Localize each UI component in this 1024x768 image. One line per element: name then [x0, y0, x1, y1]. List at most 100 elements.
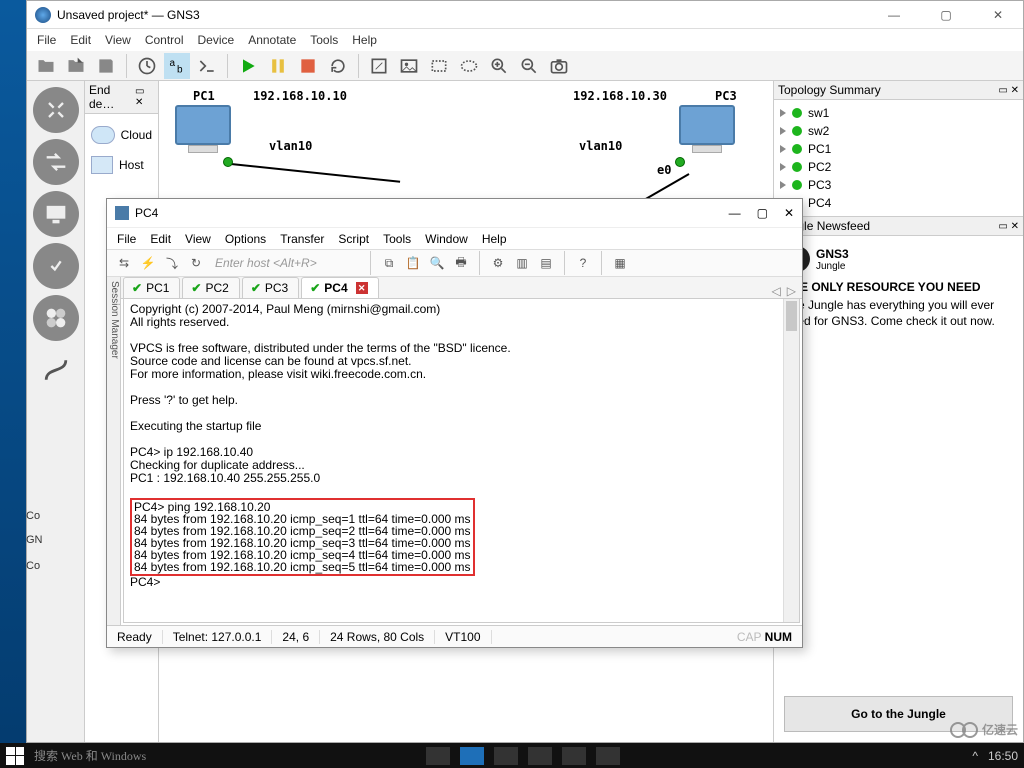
pc4-menu-edit[interactable]: Edit: [150, 232, 171, 246]
end-devices-category-icon[interactable]: [33, 191, 79, 237]
quick-connect-icon[interactable]: ⚡: [139, 254, 157, 272]
menu-help[interactable]: Help: [352, 33, 377, 47]
pc4-menu-options[interactable]: Options: [225, 232, 266, 246]
insert-image-icon[interactable]: [396, 53, 422, 79]
pc4-maximize-button[interactable]: ▢: [757, 206, 768, 220]
paste-icon[interactable]: 📋: [404, 254, 422, 272]
edge-icon[interactable]: [460, 747, 484, 765]
session-options-icon[interactable]: ▥: [513, 254, 531, 272]
pc4-menu-transfer[interactable]: Transfer: [280, 232, 324, 246]
zoom-in-icon[interactable]: [486, 53, 512, 79]
tab-close-icon[interactable]: ✕: [356, 282, 368, 294]
pc4-close-button[interactable]: ✕: [784, 206, 794, 220]
terminal-output[interactable]: Copyright (c) 2007-2014, Paul Meng (mirn…: [124, 299, 783, 622]
device-cloud[interactable]: Cloud: [89, 120, 154, 150]
session-tab-pc1[interactable]: ✔PC1: [123, 277, 180, 298]
host-input[interactable]: Enter host <Alt+R>: [211, 256, 361, 270]
menu-control[interactable]: Control: [145, 33, 184, 47]
new-project-icon[interactable]: [63, 53, 89, 79]
menu-device[interactable]: Device: [198, 33, 235, 47]
expand-icon[interactable]: [780, 109, 786, 117]
topology-item-sw2[interactable]: sw2: [780, 122, 1017, 140]
snapshot-icon[interactable]: [134, 53, 160, 79]
pc4-minimize-button[interactable]: —: [729, 206, 741, 220]
pc4-menu-file[interactable]: File: [117, 232, 136, 246]
menu-edit[interactable]: Edit: [70, 33, 91, 47]
reload-icon[interactable]: [325, 53, 351, 79]
maximize-button[interactable]: ▢: [929, 8, 963, 22]
settings-icon[interactable]: ⚙: [489, 254, 507, 272]
stop-icon[interactable]: [295, 53, 321, 79]
newsfeed-header[interactable]: Jungle Newsfeed▭ ✕: [774, 217, 1023, 236]
console-icon[interactable]: [194, 53, 220, 79]
close-button[interactable]: ✕: [981, 8, 1015, 22]
annotate-rect-icon[interactable]: [366, 53, 392, 79]
reconnect-icon[interactable]: ↻: [187, 254, 205, 272]
device-host[interactable]: Host: [89, 150, 154, 180]
explorer-icon[interactable]: [494, 747, 518, 765]
dock-header[interactable]: End de…▭ ✕: [85, 81, 158, 114]
expand-icon[interactable]: [780, 127, 786, 135]
switches-category-icon[interactable]: [33, 139, 79, 185]
show-labels-icon[interactable]: ab: [164, 53, 190, 79]
topology-item-pc2[interactable]: PC2: [780, 158, 1017, 176]
app-icon-2[interactable]: [596, 747, 620, 765]
copy-icon[interactable]: ⧉: [380, 254, 398, 272]
expand-icon[interactable]: [780, 163, 786, 171]
tab-next-icon[interactable]: ▷: [787, 284, 796, 298]
security-category-icon[interactable]: [33, 243, 79, 289]
minimize-button[interactable]: —: [877, 8, 911, 22]
find-icon[interactable]: 🔍: [428, 254, 446, 272]
session-tab-pc3[interactable]: ✔PC3: [242, 277, 299, 298]
task-view-icon[interactable]: [426, 747, 450, 765]
add-link-icon[interactable]: [33, 347, 79, 393]
pause-icon[interactable]: [265, 53, 291, 79]
print-icon[interactable]: 🖶: [452, 254, 470, 272]
session-tab-pc2[interactable]: ✔PC2: [182, 277, 239, 298]
save-icon[interactable]: [93, 53, 119, 79]
help-icon[interactable]: ?: [574, 254, 592, 272]
menu-view[interactable]: View: [105, 33, 131, 47]
disconnect-icon[interactable]: ⤵: [163, 254, 181, 272]
connect-icon[interactable]: ⇆: [115, 254, 133, 272]
view-icon[interactable]: ▤: [537, 254, 555, 272]
session-manager-tab[interactable]: Session Manager: [107, 277, 121, 625]
session-tab-pc4[interactable]: ✔PC4✕: [301, 277, 378, 298]
pc4-menu-script[interactable]: Script: [338, 232, 369, 246]
pc1-node[interactable]: [175, 105, 231, 153]
topology-item-pc1[interactable]: PC1: [780, 140, 1017, 158]
zoom-out-icon[interactable]: [516, 53, 542, 79]
expand-icon[interactable]: [780, 145, 786, 153]
menu-tools[interactable]: Tools: [310, 33, 338, 47]
tray-up-icon[interactable]: ^: [972, 749, 978, 763]
clock[interactable]: 16:50: [988, 749, 1018, 763]
topology-item-sw1[interactable]: sw1: [780, 104, 1017, 122]
pc4-menu-view[interactable]: View: [185, 232, 211, 246]
screenshot-icon[interactable]: [546, 53, 572, 79]
menu-file[interactable]: File: [37, 33, 56, 47]
tab-prev-icon[interactable]: ◁: [772, 284, 781, 298]
menu-annotate[interactable]: Annotate: [248, 33, 296, 47]
app-icon-1[interactable]: [562, 747, 586, 765]
store-icon[interactable]: [528, 747, 552, 765]
start-button[interactable]: [6, 747, 24, 765]
routers-category-icon[interactable]: [33, 87, 79, 133]
play-icon[interactable]: [235, 53, 261, 79]
topology-header[interactable]: Topology Summary▭ ✕: [774, 81, 1023, 100]
windows-taskbar[interactable]: 搜索 Web 和 Windows ^ 16:50: [0, 743, 1024, 768]
pc4-menu-window[interactable]: Window: [425, 232, 468, 246]
expand-icon[interactable]: [780, 181, 786, 189]
terminal-scrollbar[interactable]: [783, 299, 799, 622]
draw-ellipse-icon[interactable]: [456, 53, 482, 79]
gns3-titlebar[interactable]: Unsaved project* — GNS3 — ▢ ✕: [27, 1, 1023, 29]
pc4-titlebar[interactable]: PC4 — ▢ ✕: [107, 199, 802, 227]
draw-rect-icon[interactable]: [426, 53, 452, 79]
pc4-menu-tools[interactable]: Tools: [383, 232, 411, 246]
toggle-icon[interactable]: ▦: [611, 254, 629, 272]
topology-item-pc4[interactable]: PC4: [780, 194, 1017, 212]
taskbar-search[interactable]: 搜索 Web 和 Windows: [34, 747, 146, 764]
pc3-node[interactable]: [679, 105, 735, 153]
topology-item-pc3[interactable]: PC3: [780, 176, 1017, 194]
pc4-menu-help[interactable]: Help: [482, 232, 507, 246]
open-project-icon[interactable]: [33, 53, 59, 79]
